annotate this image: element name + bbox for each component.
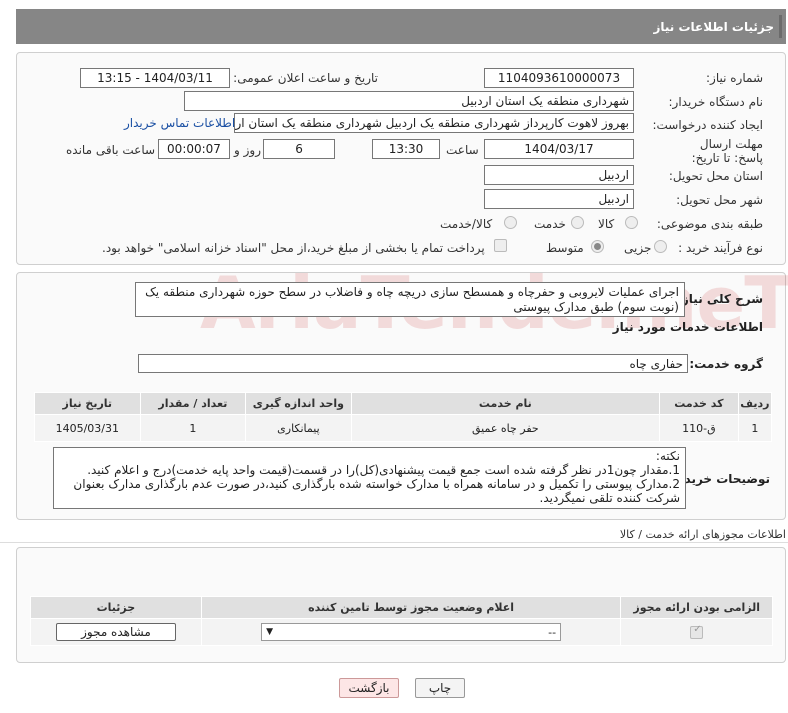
province-label: استان محل تحویل: bbox=[668, 169, 763, 183]
page-title: جزئیات اطلاعات نیاز bbox=[653, 19, 774, 34]
creator-field: بهروز لاهوت کارپرداز شهرداری منطقه یک ار… bbox=[234, 113, 634, 133]
cell-date: 1405/03/31 bbox=[34, 414, 141, 442]
category-label: طبقه بندی موضوعی: bbox=[656, 217, 763, 231]
remaining-field: 00:00:07 bbox=[158, 139, 230, 159]
city-field: اردبیل bbox=[484, 189, 634, 209]
services-table-header: ردیف کد خدمت نام خدمت واحد اندازه گیری ت… bbox=[34, 392, 773, 415]
announce-label: تاریخ و ساعت اعلان عمومی: bbox=[233, 71, 378, 85]
back-button[interactable]: بازگشت bbox=[339, 678, 399, 698]
process-label: نوع فرآیند خرید : bbox=[678, 241, 763, 255]
need-number-field: 1104093610000073 bbox=[484, 68, 634, 88]
cell-row: 1 bbox=[737, 414, 773, 442]
chevron-down-icon: ▼ bbox=[266, 627, 274, 637]
creator-label: ایجاد کننده درخواست: bbox=[652, 118, 763, 132]
deadline-time-field: 13:30 bbox=[372, 139, 440, 159]
permit-status-select[interactable]: -- ▼ bbox=[261, 623, 562, 641]
category-option-both: کالا/خدمت bbox=[440, 217, 493, 231]
cell-unit: پیمانکاری bbox=[245, 414, 352, 442]
permits-divider bbox=[0, 542, 788, 543]
note-line: 1.مقدار چون1در نظر گرفته شده است جمع قیم… bbox=[87, 463, 680, 477]
col-date: تاریخ نیاز bbox=[34, 392, 141, 415]
col-code: کد خدمت bbox=[659, 392, 739, 415]
print-button[interactable]: چاپ bbox=[415, 678, 465, 698]
buyer-field: شهرداری منطقه یک استان اردبیل bbox=[184, 91, 634, 111]
days-field: 6 bbox=[263, 139, 335, 159]
announce-field: 1404/03/11 - 13:15 bbox=[80, 68, 230, 88]
process-option-minor: جزیی bbox=[624, 241, 652, 255]
process-radio-minor[interactable] bbox=[654, 240, 667, 253]
note-line: نکته: bbox=[655, 449, 680, 463]
table-row: ✓ -- ▼ مشاهده مجوز bbox=[30, 618, 773, 646]
description-textarea: اجرای عملیات لایروبی و حفرچاه و همسطح سا… bbox=[135, 282, 685, 317]
col-name: نام خدمت bbox=[350, 392, 661, 415]
services-section-title: اطلاعات خدمات مورد نیاز bbox=[612, 320, 763, 334]
process-radio-medium[interactable] bbox=[591, 240, 604, 253]
note-line: 2.مدارک پیوستی را تکمیل و در سامانه همرا… bbox=[73, 477, 680, 491]
permit-status-value: -- bbox=[548, 625, 557, 639]
view-permit-button[interactable]: مشاهده مجوز bbox=[55, 623, 176, 641]
check-icon: ✓ bbox=[693, 623, 702, 635]
permits-table-header: الزامی بودن ارائه مجوز اعلام وضعیت مجوز … bbox=[30, 596, 773, 619]
service-group-field: حفاری چاه bbox=[138, 354, 688, 373]
description-label: شرح کلی نیاز: bbox=[677, 292, 763, 306]
remaining-label: ساعت باقی مانده bbox=[66, 143, 156, 157]
required-checkbox: ✓ bbox=[690, 623, 704, 639]
col-required: الزامی بودن ارائه مجوز bbox=[620, 596, 773, 619]
permits-section-title: اطلاعات مجوزهای ارائه خدمت / کالا bbox=[619, 528, 786, 541]
category-radio-service[interactable] bbox=[571, 216, 584, 229]
need-number-label: شماره نیاز: bbox=[706, 71, 763, 85]
city-label: شهر محل تحویل: bbox=[676, 193, 763, 207]
col-row: ردیف bbox=[737, 392, 773, 415]
page-header: جزئیات اطلاعات نیاز bbox=[16, 9, 786, 44]
buyer-label: نام دستگاه خریدار: bbox=[668, 95, 764, 109]
col-details: جزئیات bbox=[30, 596, 202, 619]
days-label: روز و bbox=[234, 143, 261, 157]
payment-checkbox[interactable] bbox=[494, 239, 507, 252]
col-qty: تعداد / مقدار bbox=[139, 392, 247, 415]
deadline-time-label: ساعت bbox=[446, 143, 479, 157]
table-row: 1 ق-110 حفر چاه عمیق پیمانکاری 1 1405/03… bbox=[34, 414, 773, 442]
col-unit: واحد اندازه گیری bbox=[245, 392, 352, 415]
category-radio-both[interactable] bbox=[504, 216, 517, 229]
note-line: شرکت کننده تلقی نمیگردید. bbox=[539, 491, 680, 505]
services-table: ردیف کد خدمت نام خدمت واحد اندازه گیری ت… bbox=[34, 392, 773, 442]
cell-name: حفر چاه عمیق bbox=[350, 414, 661, 442]
col-status: اعلام وضعیت مجوز توسط تامین کننده bbox=[200, 596, 622, 619]
service-group-label: گروه خدمت: bbox=[689, 357, 763, 371]
province-field: اردبیل bbox=[484, 165, 634, 185]
category-option-service: خدمت bbox=[534, 217, 566, 231]
category-option-goods: کالا bbox=[598, 217, 615, 231]
deadline-date-field: 1404/03/17 bbox=[484, 139, 634, 159]
payment-note: پرداخت تمام یا بخشی از مبلغ خرید،از محل … bbox=[102, 241, 485, 255]
cell-code: ق-110 bbox=[659, 414, 739, 442]
cell-qty: 1 bbox=[139, 414, 247, 442]
deadline-label: مهلت ارسال پاسخ: تا تاریخ: bbox=[691, 137, 763, 165]
category-radio-goods[interactable] bbox=[625, 216, 638, 229]
process-option-medium: متوسط bbox=[546, 241, 584, 255]
buyer-notes-textarea: نکته: 1.مقدار چون1در نظر گرفته شده است ج… bbox=[53, 447, 686, 509]
buyer-contact-link[interactable]: اطلاعات تماس خریدار bbox=[124, 116, 235, 130]
permits-table: الزامی بودن ارائه مجوز اعلام وضعیت مجوز … bbox=[30, 596, 773, 646]
